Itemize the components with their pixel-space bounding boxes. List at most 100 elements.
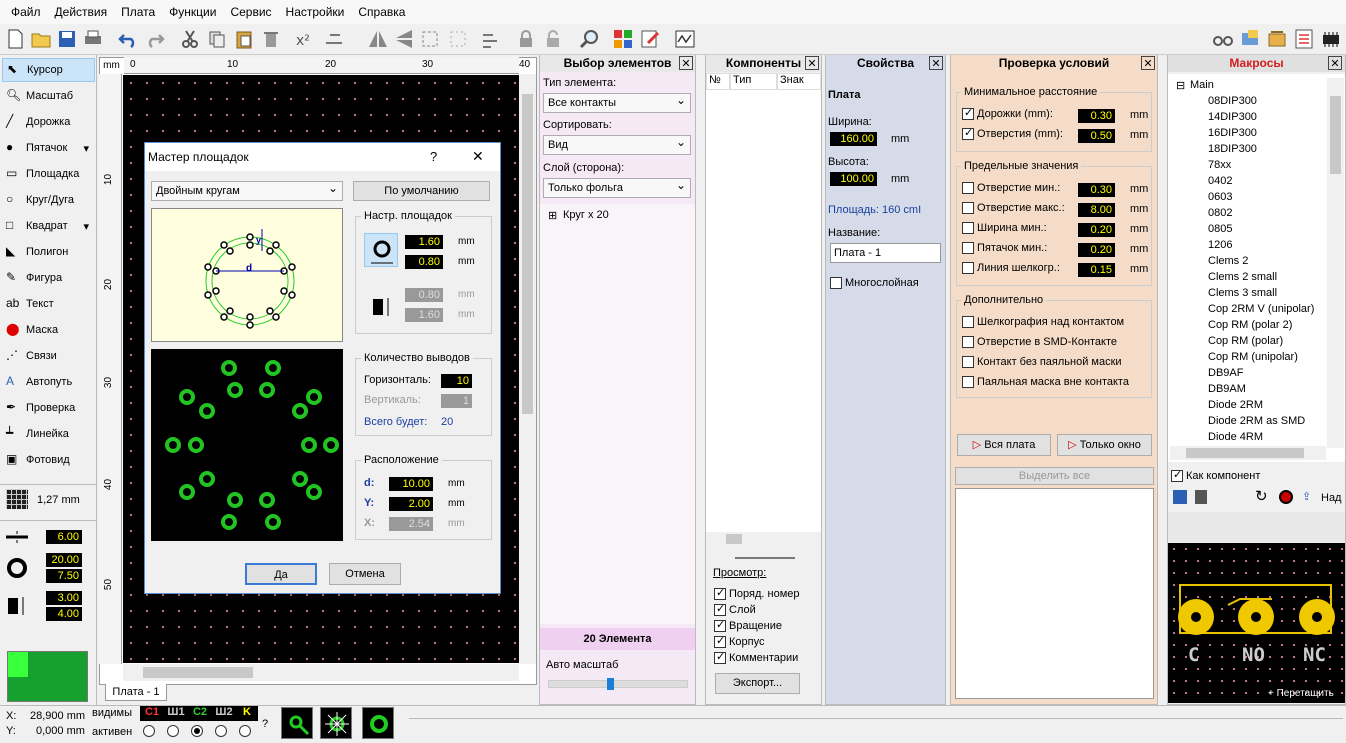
tool-photo-view[interactable]: ▣ Фотовид: [2, 448, 95, 472]
macro-item[interactable]: 78xx: [1208, 159, 1231, 171]
tool-connections[interactable]: ⋰ Связи: [2, 344, 95, 368]
close-icon[interactable]: ✕: [929, 56, 943, 70]
align-icon[interactable]: [322, 27, 346, 51]
checkbox-icon[interactable]: [962, 182, 974, 194]
export-button[interactable]: Экспорт...: [715, 673, 800, 694]
cut-icon[interactable]: [178, 27, 202, 51]
view-option-0[interactable]: Поряд. номер: [714, 586, 800, 600]
menu-service[interactable]: Сервис: [223, 5, 278, 19]
view-mode-single-pad-icon[interactable]: [362, 707, 394, 739]
multilayer-checkbox[interactable]: Многослойная: [830, 277, 919, 289]
oscilloscope-icon[interactable]: [673, 27, 697, 51]
snap-icon[interactable]: [479, 27, 503, 51]
column-designator[interactable]: Знак: [777, 73, 821, 90]
column-type[interactable]: Тип: [730, 73, 777, 90]
rule-value[interactable]: 8.00: [1078, 203, 1115, 217]
checkbox-icon[interactable]: [962, 126, 974, 140]
checkbox-icon[interactable]: [714, 602, 726, 616]
macro-item[interactable]: Cop RM (polar): [1208, 335, 1283, 347]
limit-rule-1[interactable]: Отверстие макс.:: [962, 202, 1065, 214]
macro-item[interactable]: 14DIP300: [1208, 111, 1257, 123]
active-radio-sh2[interactable]: [215, 725, 227, 737]
chip-icon[interactable]: [1319, 27, 1343, 51]
grid-icon[interactable]: [6, 489, 28, 509]
d-value[interactable]: 10.00: [389, 477, 433, 491]
macro-item[interactable]: DB9AM: [1208, 383, 1246, 395]
menu-file[interactable]: Файл: [4, 5, 48, 19]
macro-item[interactable]: Diode 4RM: [1208, 431, 1263, 443]
list-check-icon[interactable]: [1292, 27, 1316, 51]
menu-board[interactable]: Плата: [114, 5, 162, 19]
element-list-item[interactable]: Круг x 20: [563, 209, 609, 221]
tab-board-1[interactable]: Плата - 1: [105, 684, 167, 701]
auto-scale-slider[interactable]: [548, 678, 688, 690]
components-scrollbar[interactable]: [706, 532, 821, 546]
checkbox-icon[interactable]: [1171, 468, 1183, 482]
smd-height-value[interactable]: 4.00: [46, 607, 82, 621]
trash-icon[interactable]: [1195, 490, 1207, 504]
checkbox-icon[interactable]: [962, 336, 974, 348]
smd-width-value[interactable]: 3.00: [46, 591, 82, 605]
macro-scrollbar[interactable]: [1327, 78, 1344, 448]
close-icon[interactable]: ✕: [1328, 56, 1342, 70]
macro-item[interactable]: 0802: [1208, 207, 1232, 219]
export-image-icon[interactable]: [1238, 27, 1262, 51]
macro-item[interactable]: Cop RM (unipolar): [1208, 351, 1298, 363]
checkbox-icon[interactable]: [962, 376, 974, 388]
find-icon[interactable]: [577, 27, 601, 51]
pad-inner-value[interactable]: 7.50: [46, 569, 82, 583]
open-folder-icon[interactable]: [29, 27, 53, 51]
unlock-icon[interactable]: [541, 27, 565, 51]
rule-value[interactable]: 0.30: [1078, 109, 1115, 123]
macro-item[interactable]: 0603: [1208, 191, 1232, 203]
close-button[interactable]: ✕: [472, 148, 484, 165]
macro-item[interactable]: Clems 2: [1208, 255, 1248, 267]
extra-rule-3[interactable]: Паяльная маска вне контакта: [962, 376, 1129, 388]
layer-select[interactable]: Только фольга: [543, 176, 691, 198]
board-width[interactable]: 160.00: [830, 132, 877, 146]
rule-value[interactable]: 0.15: [1078, 263, 1115, 277]
mirror-icon[interactable]: x²: [293, 27, 317, 51]
checkbox-icon[interactable]: [962, 222, 974, 234]
checkbox-icon[interactable]: [830, 277, 842, 289]
pad-outer-diameter[interactable]: 1.60: [405, 235, 443, 249]
vertical-scrollbar[interactable]: [519, 74, 536, 664]
tool-pad[interactable]: ● Пятачок ▾: [2, 136, 95, 160]
macro-item[interactable]: Diode 2RM: [1208, 399, 1263, 411]
close-icon[interactable]: ✕: [805, 56, 819, 70]
photo-icon[interactable]: [1265, 27, 1289, 51]
checkbox-icon[interactable]: [714, 650, 726, 664]
y-value[interactable]: 2.00: [389, 497, 433, 511]
rotate-icon[interactable]: ↻: [1255, 487, 1268, 505]
new-file-icon[interactable]: [3, 27, 27, 51]
macro-item[interactable]: 16DIP300: [1208, 127, 1257, 139]
tool-figure[interactable]: ✎ Фигура: [2, 266, 95, 290]
view-option-4[interactable]: Комментарии: [714, 650, 798, 664]
layer-sh1[interactable]: Ш1: [164, 706, 188, 721]
save-macro-icon[interactable]: [1173, 490, 1187, 504]
ok-button[interactable]: Да: [245, 563, 317, 585]
glasses-icon[interactable]: [1211, 27, 1235, 51]
menu-settings[interactable]: Настройки: [279, 5, 352, 19]
checkbox-icon[interactable]: [962, 106, 974, 120]
group-icon[interactable]: [418, 27, 442, 51]
place-above-icon[interactable]: ⇪: [1302, 490, 1311, 503]
sort-select[interactable]: Вид: [543, 133, 691, 155]
lock-icon[interactable]: [514, 27, 538, 51]
macro-item[interactable]: DB9AF: [1208, 367, 1243, 379]
limit-rule-2[interactable]: Ширина мин.:: [962, 222, 1047, 234]
cancel-button[interactable]: Отмена: [329, 563, 401, 585]
tool-check[interactable]: ✒ Проверка: [2, 396, 95, 420]
element-type-select[interactable]: Все контакты: [543, 91, 691, 113]
components-icon[interactable]: [611, 27, 635, 51]
macro-root[interactable]: Main: [1190, 79, 1214, 91]
copy-icon[interactable]: [205, 27, 229, 51]
horizontal-scrollbar[interactable]: [123, 664, 519, 681]
active-radio-k[interactable]: [239, 725, 251, 737]
checkbox-icon[interactable]: [714, 618, 726, 632]
active-radio-c1[interactable]: [143, 725, 155, 737]
macro-item[interactable]: 0402: [1208, 175, 1232, 187]
edit-icon[interactable]: [638, 27, 662, 51]
extra-rule-2[interactable]: Контакт без паяльной маски: [962, 356, 1122, 368]
macro-item[interactable]: Cop RM (polar 2): [1208, 319, 1292, 331]
